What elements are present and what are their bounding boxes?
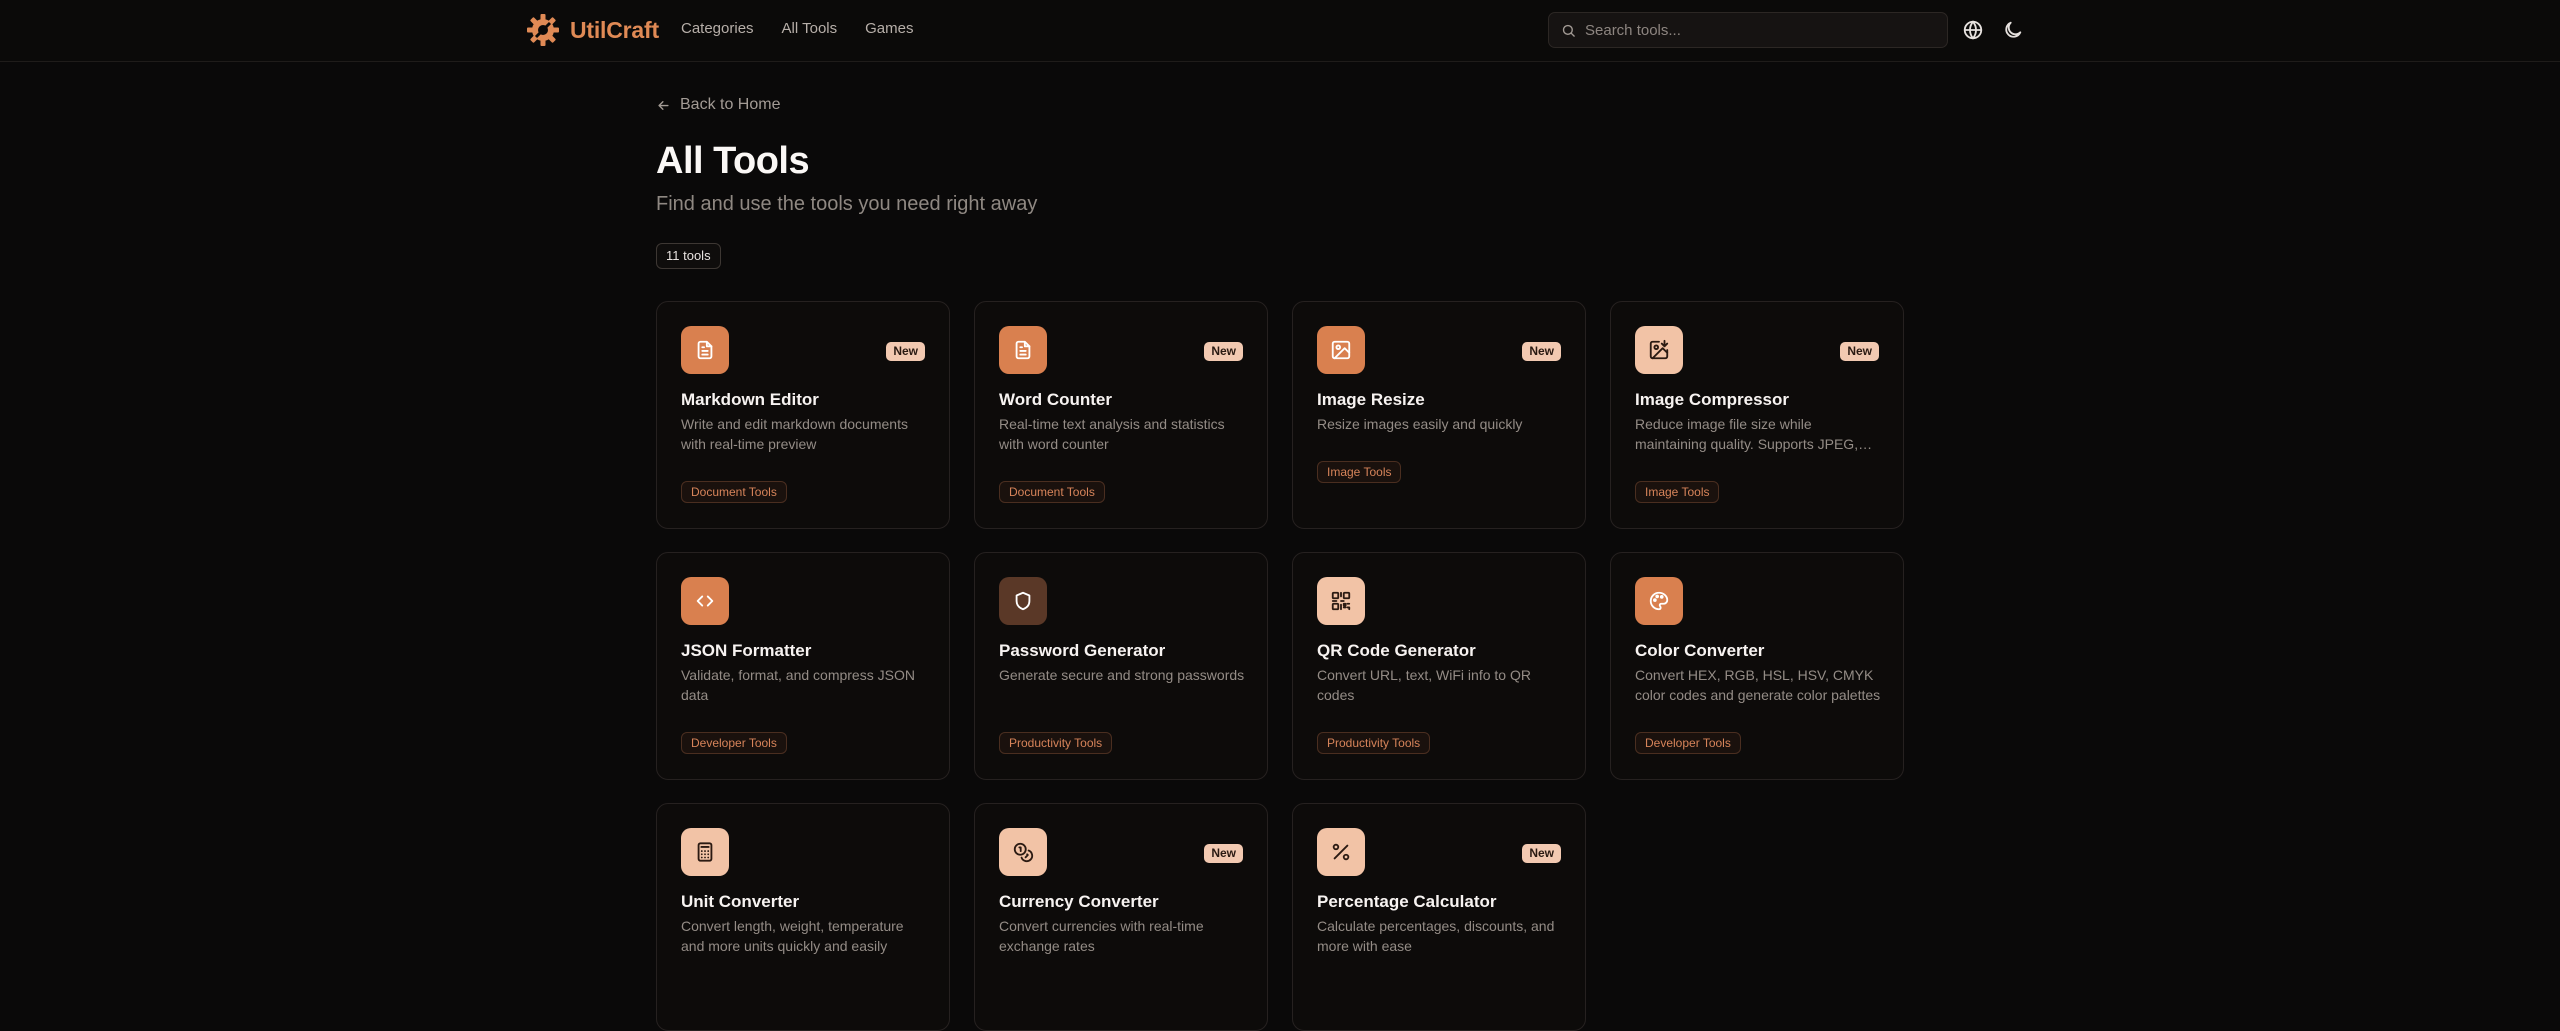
card-description: Write and edit markdown documents with r… [681,416,908,452]
search-input[interactable] [1585,21,1925,39]
tool-card-word-counter[interactable]: New Word Counter Real-time text analysis… [974,301,1268,529]
category-badge: Document Tools [681,481,787,503]
new-badge: New [886,342,925,361]
tool-card-password-generator[interactable]: Password Generator Generate secure and s… [974,552,1268,780]
tool-card-markdown-editor[interactable]: New Markdown Editor Write and edit markd… [656,301,950,529]
code-icon [696,595,714,607]
tool-card-image-resize[interactable]: New Image Resize Resize images easily an… [1292,301,1586,529]
category-badge: Productivity Tools [999,732,1113,754]
card-icon-wrap [1635,326,1683,374]
card-title: QR Code Generator [1317,641,1476,660]
new-badge: New [1204,844,1243,863]
card-description: Calculate percentages, discounts, and mo… [1317,918,1555,954]
document-icon [697,340,713,360]
card-title: Currency Converter [999,892,1159,911]
card-title: Color Converter [1635,641,1765,660]
nav-all-tools[interactable]: All Tools [782,20,838,37]
card-title: Word Counter [999,390,1113,409]
category-badge: Developer Tools [681,732,787,754]
card-icon-wrap [681,828,729,876]
card-title: Unit Converter [681,892,800,911]
card-description: Generate secure and strong passwords [999,667,1245,683]
qr-code-icon [1331,591,1351,611]
tool-card-image-compressor[interactable]: New Image Compressor Reduce image file s… [1610,301,1904,529]
back-label: Back to Home [680,96,781,113]
card-icon-wrap [1317,828,1365,876]
moon-icon[interactable] [2002,19,2024,41]
card-title: Percentage Calculator [1317,892,1497,911]
tool-count-badge: 11 tools [656,243,721,269]
category-badge: Document Tools [999,481,1105,503]
card-icon-wrap [999,577,1047,625]
brand-logo[interactable]: UtilCraft [526,13,659,47]
category-badge: Developer Tools [1635,732,1741,754]
top-navbar: UtilCraft Categories All Tools Games [0,0,2560,62]
back-to-home-link[interactable]: Back to Home [656,96,780,114]
card-icon-wrap [999,326,1047,374]
card-icon-wrap [681,577,729,625]
new-badge: New [1522,342,1561,361]
category-badge: Image Tools [1635,481,1720,503]
card-description: Validate, format, and compress JSON data [681,667,915,703]
card-title: Image Resize [1317,390,1425,409]
tool-card-percentage-calculator[interactable]: New Percentage Calculator Calculate perc… [1292,803,1586,1031]
nav-games[interactable]: Games [865,20,913,37]
card-title: Markdown Editor [681,390,819,409]
document-icon [1015,340,1031,360]
card-icon-wrap [1317,577,1365,625]
card-icon-wrap [1317,326,1365,374]
globe-icon[interactable] [1962,19,1984,41]
card-icon-wrap [999,828,1047,876]
percent-icon [1332,843,1350,861]
tool-card-color-converter[interactable]: Color Converter Convert HEX, RGB, HSL, H… [1610,552,1904,780]
category-badge: Productivity Tools [1317,732,1431,754]
card-description: Convert length, weight, temperature and … [681,918,904,954]
new-badge: New [1522,844,1561,863]
card-title: Password Generator [999,641,1166,660]
card-icon-wrap [681,326,729,374]
arrow-left-icon [658,100,669,110]
card-description: Convert URL, text, WiFi info to QR codes [1317,667,1531,703]
tool-card-qr-code-generator[interactable]: QR Code Generator Convert URL, text, WiF… [1292,552,1586,780]
search-icon [1562,24,1575,37]
card-description: Reduce image file size while maintaining… [1635,416,1859,452]
card-description: Real-time text analysis and statistics w… [999,416,1225,452]
page-subtitle: Find and use the tools you need right aw… [656,193,1038,215]
gear-logo-icon [527,14,559,46]
nav-categories[interactable]: Categories [681,20,754,37]
shield-icon [1015,591,1031,611]
tool-card-unit-converter[interactable]: Unit Converter Convert length, weight, t… [656,803,950,1031]
category-badge: Image Tools [1317,461,1402,483]
card-description: Convert HEX, RGB, HSL, HSV, CMYK color c… [1635,667,1881,703]
brand-name: UtilCraft [570,16,659,43]
card-icon-wrap [1635,577,1683,625]
card-description: Resize images easily and quickly [1317,416,1523,432]
image-compress-icon [1649,339,1669,360]
main-nav: Categories All Tools Games [681,20,914,37]
card-description: Convert currencies with real-time exchan… [999,918,1204,954]
search-box[interactable] [1548,12,1948,48]
calculator-icon [697,842,713,862]
page-title: All Tools [656,140,810,182]
palette-icon [1649,591,1669,611]
card-title: Image Compressor [1635,390,1789,409]
tool-card-currency-converter[interactable]: New Currency Converter Convert currencie… [974,803,1268,1031]
new-badge: New [1840,342,1879,361]
coins-icon [1013,842,1034,863]
image-icon [1331,340,1351,360]
tool-card-json-formatter[interactable]: JSON Formatter Validate, format, and com… [656,552,950,780]
card-title: JSON Formatter [681,641,812,660]
new-badge: New [1204,342,1243,361]
